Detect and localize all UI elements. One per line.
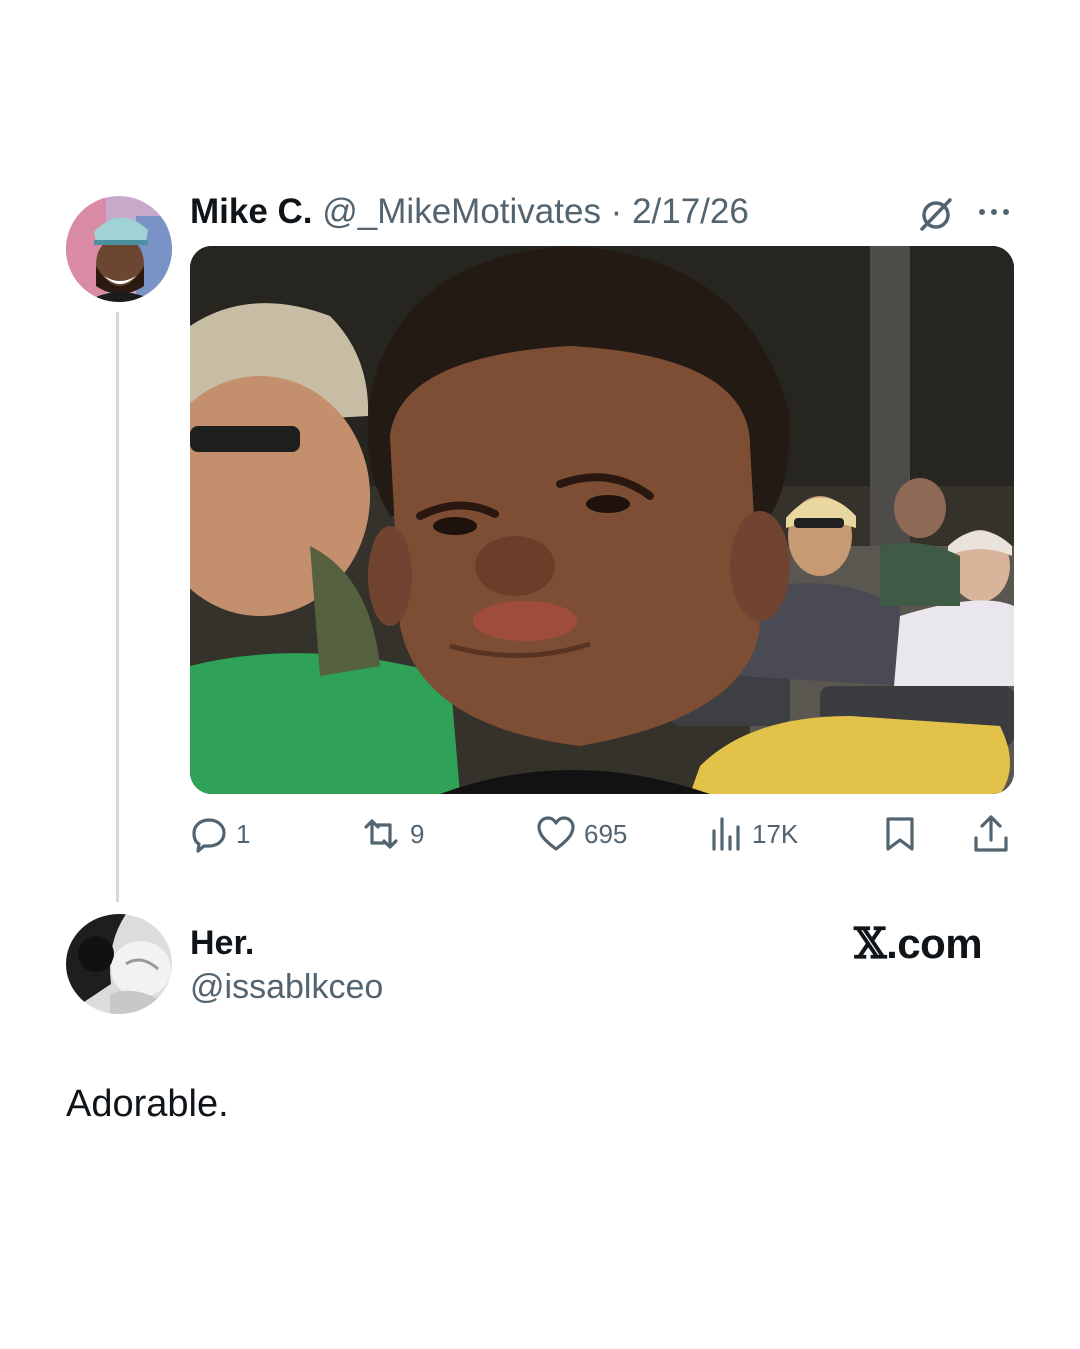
retweet-button[interactable]: 9: [360, 812, 424, 856]
avatar-photo-icon: [66, 196, 172, 302]
share-button[interactable]: [972, 812, 1010, 856]
grok-icon[interactable]: [916, 196, 956, 232]
reply-author-handle[interactable]: @issablkceo: [190, 966, 383, 1008]
author-avatar[interactable]: [66, 196, 172, 302]
reply-author-name[interactable]: Her.: [190, 922, 254, 964]
tweet-date[interactable]: 2/17/26: [632, 192, 749, 231]
brand-suffix: .com: [886, 920, 983, 967]
reply-icon: [192, 818, 226, 853]
share-icon: [974, 815, 1008, 852]
retweet-count: 9: [410, 818, 425, 849]
like-button[interactable]: 695: [536, 812, 627, 856]
x-com-brand: 𝕏.com: [854, 918, 983, 970]
thread-line: [116, 312, 119, 902]
photo-media-icon: [190, 246, 1014, 794]
x-logo-icon: 𝕏: [854, 919, 887, 968]
more-options-icon[interactable]: [976, 197, 1012, 227]
tweet-media-photo[interactable]: [190, 246, 1014, 794]
avatar-photo-icon: [66, 914, 172, 1014]
bookmark-icon: [886, 817, 914, 851]
views-button[interactable]: 17K: [710, 812, 798, 856]
reply-text: Adorable.: [66, 1083, 229, 1125]
separator: ·: [600, 192, 633, 231]
reply-count: 1: [236, 818, 251, 849]
like-count: 695: [584, 818, 628, 849]
reply-button[interactable]: 1: [190, 812, 250, 856]
author-handle[interactable]: @_MikeMotivates: [322, 192, 601, 231]
bookmark-button[interactable]: [884, 812, 916, 856]
views-count: 17K: [752, 818, 799, 849]
retweet-icon: [364, 819, 398, 849]
tweet-header: Mike C. @_MikeMotivates · 2/17/26: [190, 190, 749, 234]
reply-author-avatar[interactable]: [66, 914, 172, 1014]
author-name[interactable]: Mike C.: [190, 192, 313, 231]
views-chart-icon: [712, 817, 740, 851]
heart-icon: [537, 816, 575, 851]
